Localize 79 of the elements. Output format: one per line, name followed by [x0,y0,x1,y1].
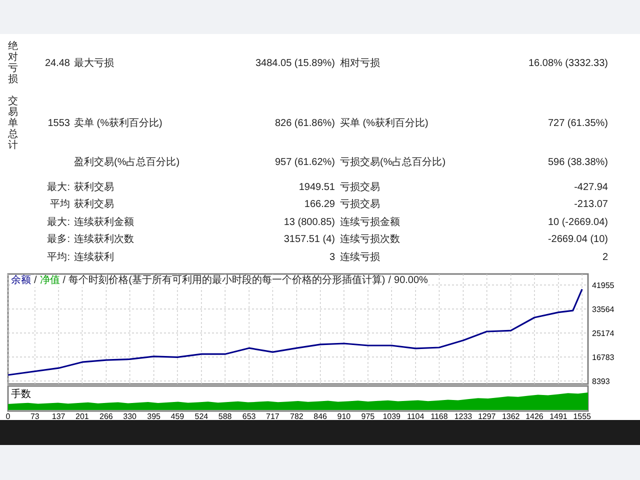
x-axis-label: 910 [337,412,351,420]
x-axis-label: 1491 [550,412,568,420]
stat-value: 1949.51 [298,180,335,195]
x-axis-label: 1297 [478,412,496,420]
row-prefix: 平均: [47,250,70,265]
x-axis-label: 330 [123,412,137,420]
stat-value: 166.29 [303,198,335,212]
stat-value: 727 (61.35%) [546,116,608,130]
separator: / [62,275,66,287]
value-text: 1553 [48,116,70,130]
stat-label: 亏损交易(%占总百分比) [340,156,447,170]
stat-value: -427.94 [573,180,608,195]
row-prefix: 平均 [50,198,70,212]
stat-value: -2669.04 (10) [546,233,608,248]
stat-label: 获利交易 [74,180,115,195]
stat-label: 亏损交易 [340,198,381,212]
stat-value: 10 (-2669.04) [546,216,608,230]
x-axis-label: 266 [100,412,113,420]
row-prefix: 最大: [47,216,70,230]
x-axis-label: 1233 [454,412,472,420]
stat-value: 957 (61.62%) [274,156,335,170]
x-axis-label: 1039 [382,412,400,420]
y-axis-label: 41955 [592,281,614,290]
x-axis-label: 73 [30,412,40,420]
stat-label: 买单 (%获利百分比) [340,116,430,130]
stat-label: 最大亏损 [74,56,115,70]
y-axis-label: 33564 [592,305,614,314]
stat-value: 596 (38.38%) [546,156,608,170]
stat-value: 3484.05 (15.89%) [254,56,335,70]
x-axis-label: 846 [314,412,328,420]
x-axis-label: 975 [361,412,375,420]
stat-label: 连续亏损金额 [340,216,401,230]
y-axis-label: 16783 [592,353,614,362]
stat-value: 16.08% (3332.33) [527,56,608,70]
volume-label: 手数 [11,389,31,400]
x-axis-label: 1362 [502,412,520,420]
x-axis-label: 1426 [526,412,544,420]
stat-value: 826 (61.86%) [274,116,335,130]
x-axis-label: 1168 [430,412,448,420]
chart-title: 90.00% [394,275,428,287]
x-axis-label: 0 [6,412,10,420]
stat-label: 连续获利 [74,250,115,265]
x-axis-label: 137 [52,412,66,420]
stat-label: 盈利交易(%占总百分比) [74,156,181,170]
stat-label: 获利交易 [74,198,115,212]
separator: / [388,275,392,287]
y-axis-label: 8393 [592,377,610,386]
stat-label: 连续获利金额 [74,216,135,230]
stat-value: 2 [601,250,608,265]
x-axis-label: 653 [242,412,256,420]
x-axis-label: 782 [290,412,304,420]
stat-label: 卖单 (%获利百分比) [74,116,164,130]
stat-value: 3 [328,250,335,265]
legend-item: 净值 [40,275,60,287]
x-axis-label: 524 [194,412,208,420]
x-axis-label: 395 [147,412,160,420]
section-label: 交易单总计 [8,96,18,150]
x-axis-label: 201 [76,412,89,420]
y-axis-label: 25174 [592,329,614,338]
stat-label: 连续亏损 [340,250,381,265]
stat-value: -213.07 [573,198,608,212]
chart-title: 每个时刻价格(基于所有可利用的最小时段的每一个价格的分形插值计算) [68,275,386,287]
x-axis-label: 1555 [573,412,591,420]
separator: / [34,275,37,287]
stat-value: 13 (800.85) [282,216,335,230]
legend-item: 余额 [11,275,31,287]
stat-label: 连续亏损次数 [340,232,401,248]
stat-label: 连续获利次数 [74,232,135,248]
x-axis-label: 588 [218,412,232,420]
stat-value: 3157.51 (4) [282,233,335,248]
value-text: 24.48 [44,56,70,70]
x-axis-label: 459 [170,412,184,420]
x-axis-label: 1104 [406,412,424,420]
stat-label: 亏损交易 [340,180,381,195]
stat-label: 相对亏损 [340,56,381,70]
x-axis-label: 717 [266,412,280,420]
section-label: 绝对亏损 [8,41,18,85]
row-prefix: 最多: [47,233,70,248]
row-prefix: 最大: [47,180,70,195]
